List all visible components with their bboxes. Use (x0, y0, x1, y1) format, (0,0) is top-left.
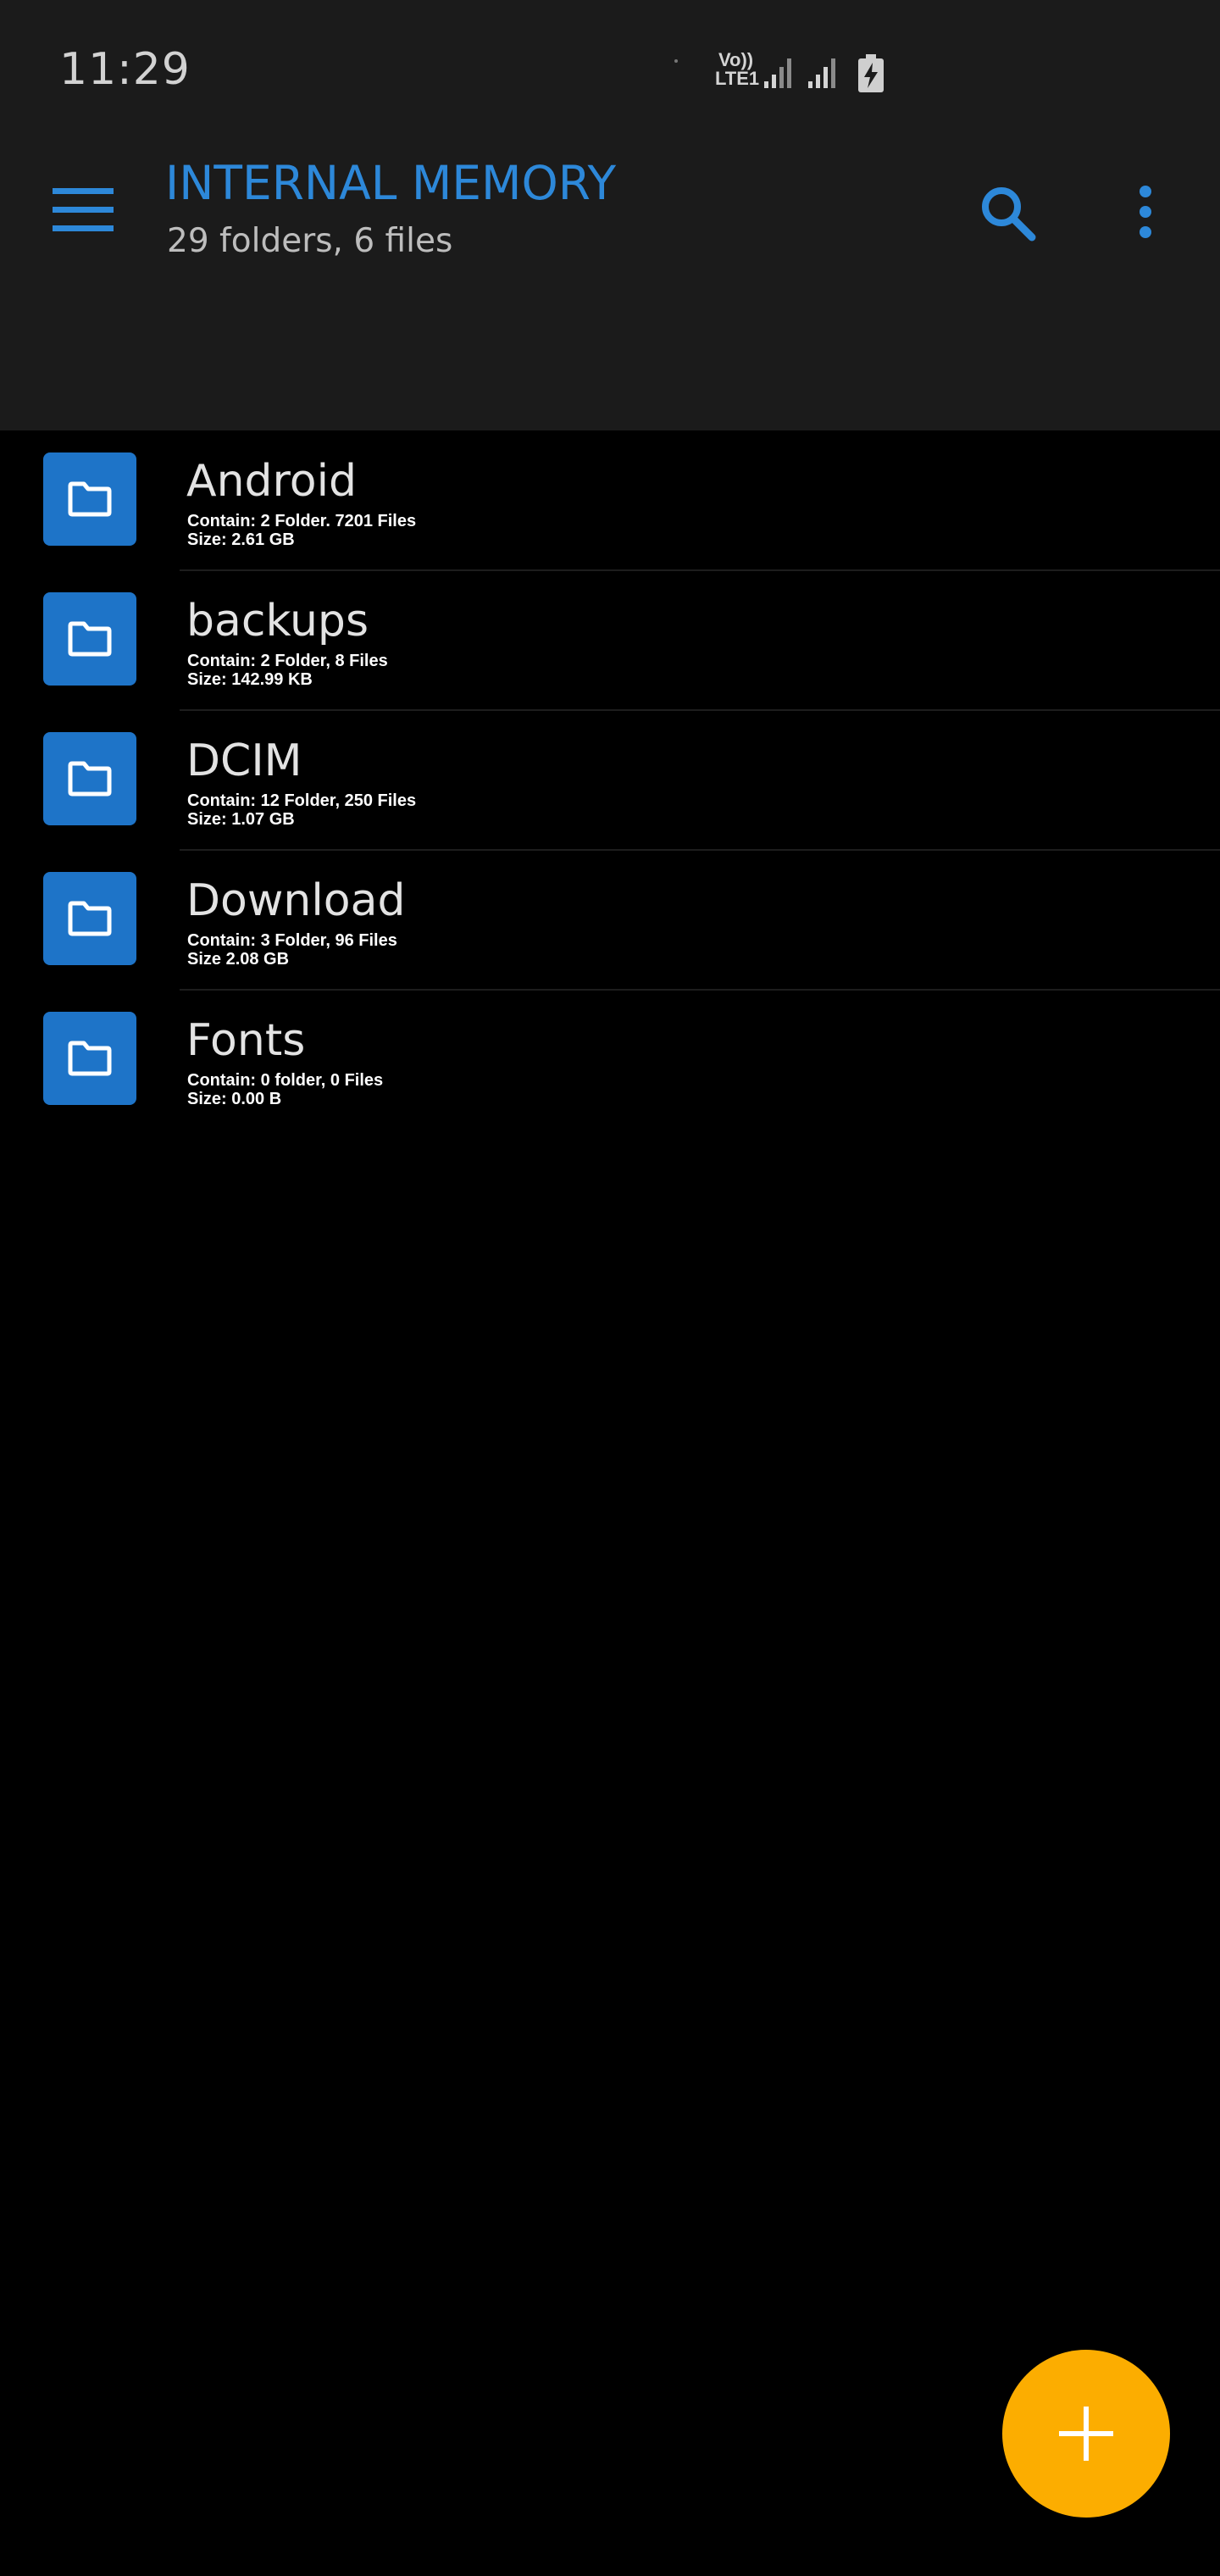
file-manager-screen: 11:29 Vo)) LTE1 INTERNAL MEMORY 29 folde… (0, 0, 1220, 2576)
lte-label: LTE1 (715, 68, 760, 89)
battery-charging-icon (858, 54, 884, 92)
page-title: INTERNAL MEMORY (165, 156, 617, 210)
folder-size: Size: 142.99 KB (187, 670, 313, 689)
hamburger-menu-icon (53, 188, 114, 231)
more-vertical-icon (1140, 186, 1151, 238)
menu-button[interactable] (39, 166, 127, 254)
plus-icon (1059, 2407, 1113, 2461)
folder-icon (68, 621, 112, 657)
folder-item-backups[interactable]: backups Contain: 2 Folder, 8 Files Size:… (0, 570, 1220, 711)
folder-item-android[interactable]: Android Contain: 2 Folder. 7201 Files Si… (0, 430, 1220, 571)
folder-icon-tile (43, 452, 136, 546)
signal-strength-icon (764, 58, 791, 88)
folder-icon-tile (43, 872, 136, 965)
more-options-button[interactable] (1115, 173, 1183, 254)
folder-name: Android (186, 456, 358, 507)
add-button[interactable] (1002, 2350, 1170, 2518)
search-button[interactable] (968, 173, 1049, 254)
folder-contents-count: Contain: 2 Folder. 7201 Files (187, 512, 417, 530)
folder-count-subtitle: 29 folders, 6 files (167, 222, 453, 260)
folder-icon-tile (43, 1012, 136, 1105)
folder-size: Size 2.08 GB (187, 950, 290, 969)
signal-strength-icon (808, 58, 835, 88)
folder-icon (68, 481, 112, 517)
status-bar: 11:29 Vo)) LTE1 (0, 0, 1220, 146)
folder-name: Download (186, 875, 406, 926)
search-icon (982, 187, 1036, 242)
folder-contents-count: Contain: 12 Folder, 250 Files (187, 791, 417, 810)
folder-name: Fonts (186, 1015, 306, 1066)
volte-indicator: Vo)) LTE1 (715, 51, 759, 88)
folder-size: Size: 1.07 GB (187, 810, 295, 829)
volte-label: Vo)) (718, 49, 754, 70)
folder-icon-tile (43, 732, 136, 825)
folder-name: DCIM (186, 736, 302, 786)
folder-size: Size: 0.00 B (187, 1090, 282, 1108)
folder-item-fonts[interactable]: Fonts Contain: 0 folder, 0 Files Size: 0… (0, 990, 1220, 1130)
status-icons: Vo)) LTE1 (674, 49, 895, 97)
folder-icon-tile (43, 592, 136, 686)
folder-contents-count: Contain: 2 Folder, 8 Files (187, 652, 388, 670)
folder-contents-count: Contain: 3 Folder, 96 Files (187, 931, 397, 950)
status-time: 11:29 (59, 44, 191, 95)
notification-dot (674, 59, 678, 63)
folder-item-dcim[interactable]: DCIM Contain: 12 Folder, 250 Files Size:… (0, 710, 1220, 851)
folder-contents-count: Contain: 0 folder, 0 Files (187, 1071, 384, 1090)
folder-icon (68, 1041, 112, 1076)
folder-name: backups (186, 596, 369, 647)
folder-icon (68, 901, 112, 936)
folder-size: Size: 2.61 GB (187, 530, 295, 549)
folder-item-download[interactable]: Download Contain: 3 Folder, 96 Files Siz… (0, 850, 1220, 991)
folder-icon (68, 761, 112, 797)
app-toolbar: INTERNAL MEMORY 29 folders, 6 files (0, 146, 1220, 430)
